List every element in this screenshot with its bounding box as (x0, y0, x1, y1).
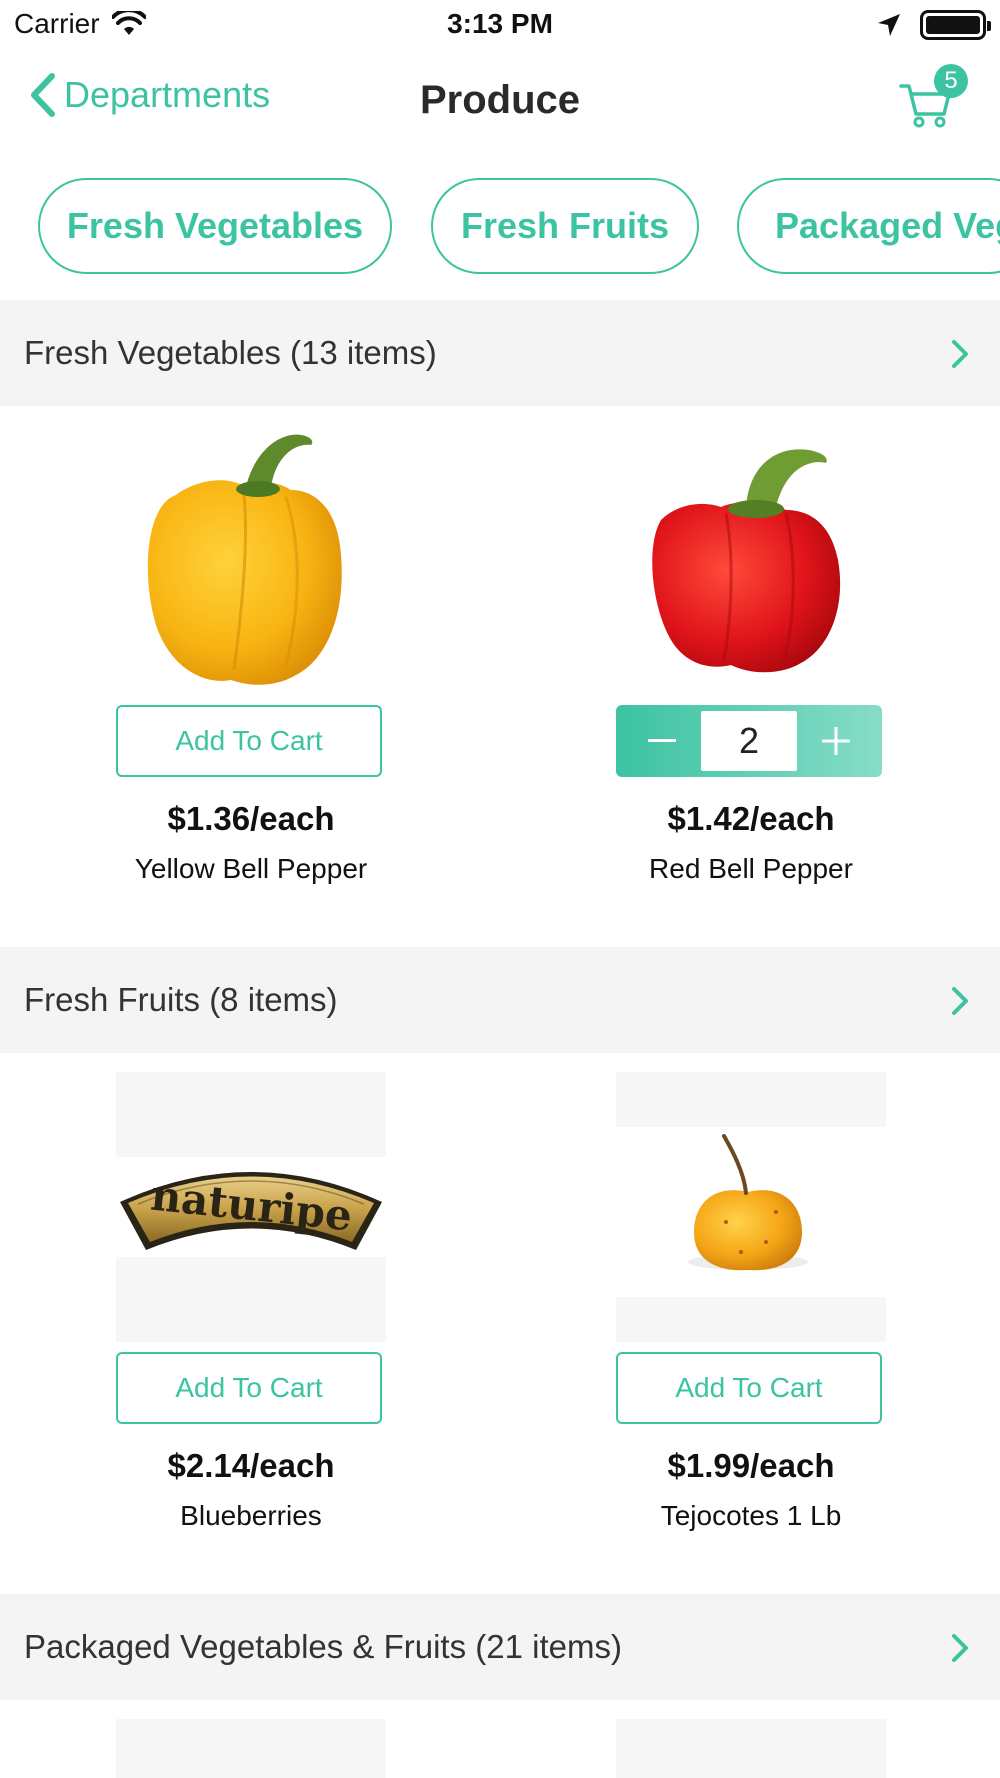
section-header-packaged-vegetables-fruits[interactable]: Packaged Vegetables & Fruits (21 items) (0, 1594, 1000, 1700)
status-bar: Carrier 3:13 PM (0, 0, 1000, 50)
tejocote-fruit-image (616, 1127, 886, 1297)
section-title: Fresh Vegetables (13 items) (24, 334, 437, 371)
plus-icon (822, 727, 851, 755)
battery-icon (920, 10, 991, 40)
quantity-field[interactable]: 2 (701, 711, 797, 771)
blueberries-image: naturipe (116, 1072, 386, 1342)
tejocotes-image (616, 1072, 886, 1342)
product-name: Tejocotes 1 Lb (660, 1500, 842, 1531)
chip-packaged-vegetables[interactable]: Packaged Veg (737, 178, 1000, 274)
cart-count-badge: 5 (934, 64, 968, 98)
add-to-cart-button[interactable]: Add To Cart (116, 1352, 382, 1424)
nav-bar: Departments Produce 5 (0, 52, 1000, 152)
chevron-right-icon (952, 987, 968, 1015)
section-title: Fresh Fruits (8 items) (24, 981, 338, 1018)
product-name: Red Bell Pepper (649, 853, 853, 884)
product-image-placeholder (116, 1719, 386, 1778)
product-name: Yellow Bell Pepper (134, 853, 368, 884)
chevron-right-icon (952, 340, 968, 368)
product-price: $1.36/each (167, 800, 335, 837)
product-price: $1.99/each (667, 1447, 835, 1484)
product-name: Blueberries (180, 1500, 322, 1531)
cart-button[interactable]: 5 (898, 62, 968, 132)
product-card: Add To Cart $1.36/each Yellow Bell Peppe… (116, 425, 386, 895)
chip-fresh-fruits[interactable]: Fresh Fruits (431, 178, 699, 274)
section-header-fresh-vegetables[interactable]: Fresh Vegetables (13 items) (0, 300, 1000, 406)
quantity-stepper: 2 (616, 705, 882, 777)
product-price: $2.14/each (167, 1447, 335, 1484)
add-to-cart-button[interactable]: Add To Cart (616, 1352, 882, 1424)
section-header-fresh-fruits[interactable]: Fresh Fruits (8 items) (0, 947, 1000, 1053)
product-price: $1.42/each (667, 800, 835, 837)
decrement-button[interactable] (622, 711, 701, 771)
chip-fresh-vegetables[interactable]: Fresh Vegetables (38, 178, 392, 274)
status-right (876, 10, 991, 40)
naturipe-logo: naturipe (116, 1157, 386, 1257)
product-card: naturipe Add To Cart $2.14/each Blueberr… (116, 1072, 386, 1542)
section-title: Packaged Vegetables & Fruits (21 items) (24, 1628, 622, 1665)
category-chips: Fresh Vegetables Fresh Fruits Packaged V… (0, 178, 1000, 276)
yellow-bell-pepper-image (147, 434, 342, 685)
product-card: Add To Cart $1.99/each Tejocotes 1 Lb (616, 1072, 886, 1542)
add-to-cart-button[interactable]: Add To Cart (116, 705, 382, 777)
page-title: Produce (419, 78, 581, 122)
red-bell-pepper-image (652, 449, 841, 673)
status-time: 3:13 PM (447, 8, 553, 39)
location-arrow-icon (878, 14, 900, 36)
minus-icon (647, 739, 676, 742)
product-card: 2 $1.42/each Red Bell Pepper (616, 425, 886, 895)
increment-button[interactable] (797, 711, 876, 771)
product-image-placeholder (616, 1719, 886, 1778)
chevron-right-icon (952, 1634, 968, 1662)
